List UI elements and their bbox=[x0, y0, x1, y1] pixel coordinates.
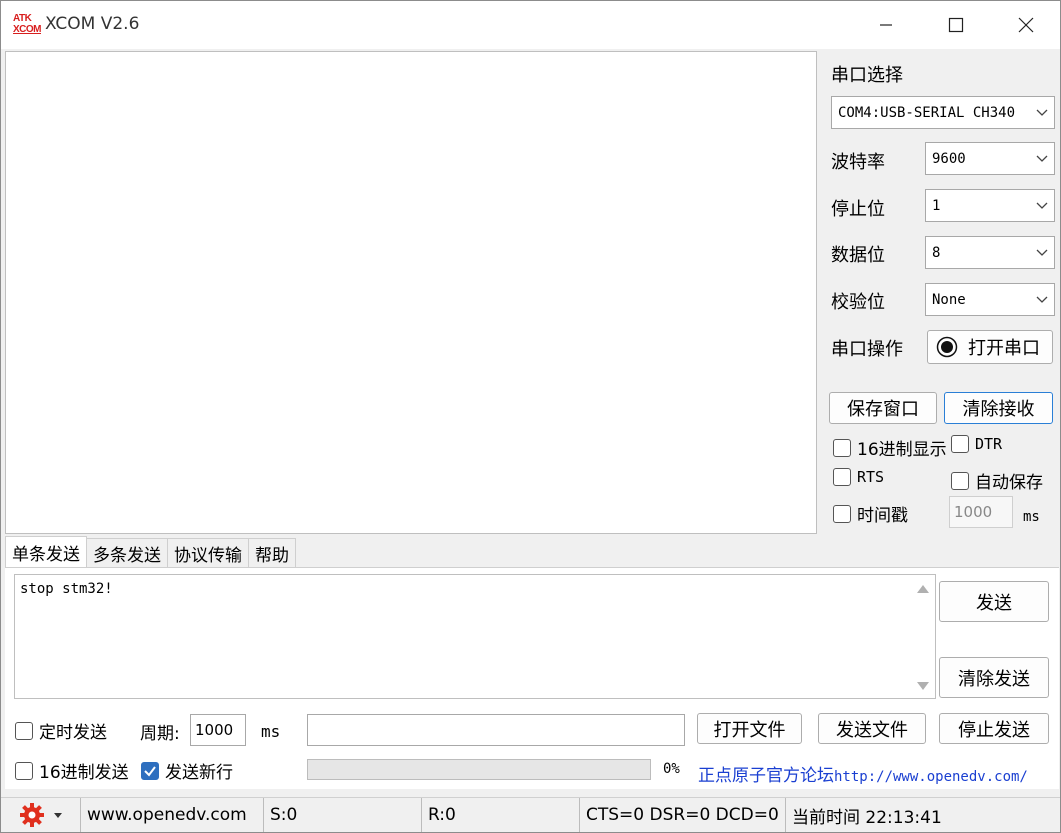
rts-checkbox[interactable]: RTS bbox=[833, 468, 884, 486]
baud-rate-select[interactable]: 9600 bbox=[925, 142, 1055, 175]
stop-bits-label: 停止位 bbox=[831, 199, 885, 220]
hex-send-checkbox[interactable]: 16进制发送 bbox=[15, 758, 129, 783]
minimize-icon bbox=[880, 24, 892, 26]
close-icon bbox=[1018, 17, 1034, 33]
checkbox-box bbox=[951, 471, 969, 490]
chevron-down-icon bbox=[1030, 190, 1054, 221]
checkbox-box bbox=[833, 504, 851, 523]
checkbox-box bbox=[833, 468, 851, 486]
dtr-label: DTR bbox=[975, 435, 1003, 453]
hex-send-label: 16进制发送 bbox=[39, 763, 129, 783]
data-bits-select[interactable]: 8 bbox=[925, 236, 1055, 269]
chevron-down-icon bbox=[1030, 284, 1054, 315]
dtr-checkbox[interactable]: DTR bbox=[951, 435, 1002, 453]
scroll-down-arrow-icon[interactable] bbox=[917, 682, 929, 690]
maximize-button[interactable] bbox=[921, 1, 991, 49]
forum-link-url: http://www.openedv.com/ bbox=[834, 769, 1028, 785]
status-current-time: 当前时间 22:13:41 bbox=[792, 807, 942, 828]
status-line-signals: CTS=0 DSR=0 DCD=0 bbox=[580, 798, 786, 832]
dropdown-arrow-icon bbox=[53, 813, 62, 818]
file-path-input[interactable] bbox=[307, 714, 685, 746]
minimize-button[interactable] bbox=[851, 1, 921, 49]
parity-label: 校验位 bbox=[831, 292, 885, 313]
close-button[interactable] bbox=[991, 1, 1061, 49]
receive-text-area[interactable] bbox=[5, 51, 817, 534]
send-text-content: stop stm32! bbox=[20, 581, 113, 597]
status-website: www.openedv.com bbox=[81, 798, 264, 832]
timestamp-interval-input[interactable]: 1000 bbox=[949, 496, 1013, 528]
status-bar: www.openedv.com S:0 R:0 CTS=0 DSR=0 DCD=… bbox=[1, 797, 1060, 832]
period-label: 周期: bbox=[140, 724, 180, 744]
tab-help[interactable]: 帮助 bbox=[248, 538, 296, 568]
period-input[interactable]: 1000 bbox=[190, 714, 246, 746]
status-received-count: R:0 bbox=[422, 798, 580, 832]
data-bits-value: 8 bbox=[932, 244, 941, 261]
send-newline-label: 发送新行 bbox=[165, 763, 233, 783]
checkbox-box bbox=[15, 721, 33, 740]
chevron-down-icon bbox=[1030, 237, 1054, 268]
scroll-up-arrow-icon[interactable] bbox=[917, 585, 929, 593]
save-window-button[interactable]: 保存窗口 bbox=[829, 392, 937, 424]
port-select-value: COM4:USB-SERIAL CH340 bbox=[838, 104, 1016, 121]
port-status-icon bbox=[936, 336, 958, 358]
baud-rate-label: 波特率 bbox=[831, 152, 885, 173]
open-port-button[interactable]: 打开串口 bbox=[927, 330, 1053, 364]
checkbox-box bbox=[833, 438, 851, 457]
hex-display-label: 16进制显示 bbox=[857, 440, 947, 460]
port-select-label: 串口选择 bbox=[831, 65, 903, 86]
window-title: XCOM V2.6 bbox=[45, 14, 140, 34]
clear-send-button[interactable]: 清除发送 bbox=[939, 657, 1049, 698]
open-port-label: 打开串口 bbox=[968, 338, 1040, 359]
port-select[interactable]: COM4:USB-SERIAL CH340 bbox=[831, 96, 1055, 129]
open-file-button[interactable]: 打开文件 bbox=[697, 713, 802, 744]
progress-percent: 0% bbox=[663, 761, 680, 777]
parity-select[interactable]: None bbox=[925, 283, 1055, 316]
chevron-down-icon bbox=[1030, 143, 1054, 174]
timestamp-label: 时间戳 bbox=[857, 506, 908, 526]
settings-menu[interactable] bbox=[1, 798, 81, 832]
timestamp-unit-label: ms bbox=[1023, 509, 1040, 525]
send-button[interactable]: 发送 bbox=[939, 581, 1049, 622]
period-unit-label: ms bbox=[261, 722, 281, 741]
send-tabs: 单条发送 多条发送 协议传输 帮助 bbox=[5, 536, 296, 568]
timed-send-checkbox[interactable]: 定时发送 bbox=[15, 718, 107, 743]
baud-rate-value: 9600 bbox=[932, 150, 966, 167]
tab-single-send[interactable]: 单条发送 bbox=[5, 536, 87, 568]
parity-value: None bbox=[932, 291, 966, 308]
stop-send-button[interactable]: 停止发送 bbox=[939, 713, 1049, 744]
maximize-icon bbox=[948, 17, 964, 33]
auto-save-checkbox[interactable]: 自动保存 bbox=[951, 468, 1043, 493]
stop-bits-select[interactable]: 1 bbox=[925, 189, 1055, 222]
app-logo-icon: ATK XCOM bbox=[13, 13, 42, 35]
send-file-button[interactable]: 发送文件 bbox=[818, 713, 926, 744]
tab-multi-send[interactable]: 多条发送 bbox=[86, 538, 168, 568]
status-sent-count: S:0 bbox=[264, 798, 422, 832]
tab-protocol-transfer[interactable]: 协议传输 bbox=[167, 538, 249, 568]
forum-link-text: 正点原子官方论坛 bbox=[698, 766, 834, 786]
checkbox-box bbox=[951, 435, 969, 453]
clear-receive-button[interactable]: 清除接收 bbox=[944, 392, 1053, 424]
hex-display-checkbox[interactable]: 16进制显示 bbox=[833, 435, 947, 460]
rts-label: RTS bbox=[857, 468, 885, 486]
checkbox-box bbox=[15, 761, 33, 780]
timed-send-label: 定时发送 bbox=[39, 723, 107, 743]
stop-bits-value: 1 bbox=[932, 197, 941, 214]
checkbox-checked-icon bbox=[141, 761, 159, 780]
auto-save-label: 自动保存 bbox=[975, 473, 1043, 493]
data-bits-label: 数据位 bbox=[831, 245, 885, 266]
gear-icon bbox=[19, 803, 44, 827]
chevron-down-icon bbox=[1030, 97, 1054, 128]
send-newline-checkbox[interactable]: 发送新行 bbox=[141, 758, 233, 783]
send-text-area[interactable]: stop stm32! bbox=[14, 574, 936, 699]
send-progress-bar bbox=[307, 759, 651, 780]
title-bar[interactable]: ATK XCOM XCOM V2.6 bbox=[1, 1, 1060, 49]
serial-operation-label: 串口操作 bbox=[831, 339, 903, 360]
app-window: ATK XCOM XCOM V2.6 串口选择 COM4:USB-SERIAL … bbox=[0, 0, 1061, 833]
timestamp-checkbox[interactable]: 时间戳 bbox=[833, 501, 908, 526]
forum-link[interactable]: 正点原子官方论坛http://www.openedv.com/ bbox=[698, 761, 1028, 786]
